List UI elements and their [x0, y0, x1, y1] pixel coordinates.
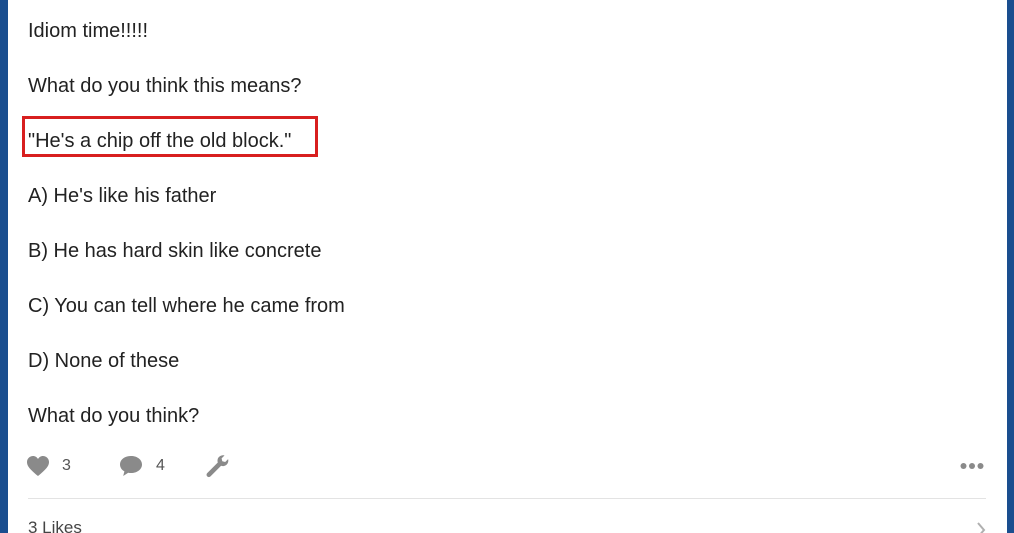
action-bar: 3 4	[26, 452, 986, 480]
option-c: C) You can tell where he came from	[28, 295, 345, 317]
option-b: B) He has hard skin like concrete	[28, 240, 322, 262]
option-d: D) None of these	[28, 350, 180, 372]
idiom-highlight-box	[22, 116, 318, 157]
tools-button[interactable]	[204, 452, 230, 480]
comments-count: 4	[156, 457, 165, 474]
likes-count: 3	[62, 457, 71, 474]
likes-label: 3 Likes	[28, 518, 82, 533]
chevron-right-icon	[976, 521, 986, 533]
more-button[interactable]	[960, 452, 984, 480]
speech-bubble-icon	[118, 454, 144, 478]
post-closing-question: What do you think?	[28, 405, 200, 427]
post-card: Idiom time!!!!! What do you think this m…	[8, 0, 1007, 533]
comment-button[interactable]: 4	[118, 452, 165, 480]
heart-icon	[26, 455, 50, 477]
divider	[28, 498, 986, 499]
wrench-icon	[204, 453, 230, 479]
post-title: Idiom time!!!!!	[28, 20, 149, 42]
likes-row[interactable]: 3 Likes	[28, 518, 986, 533]
option-a: A) He's like his father	[28, 185, 217, 207]
more-dots-icon	[960, 462, 984, 470]
post-question: What do you think this means?	[28, 75, 302, 97]
like-button[interactable]: 3	[26, 452, 71, 480]
